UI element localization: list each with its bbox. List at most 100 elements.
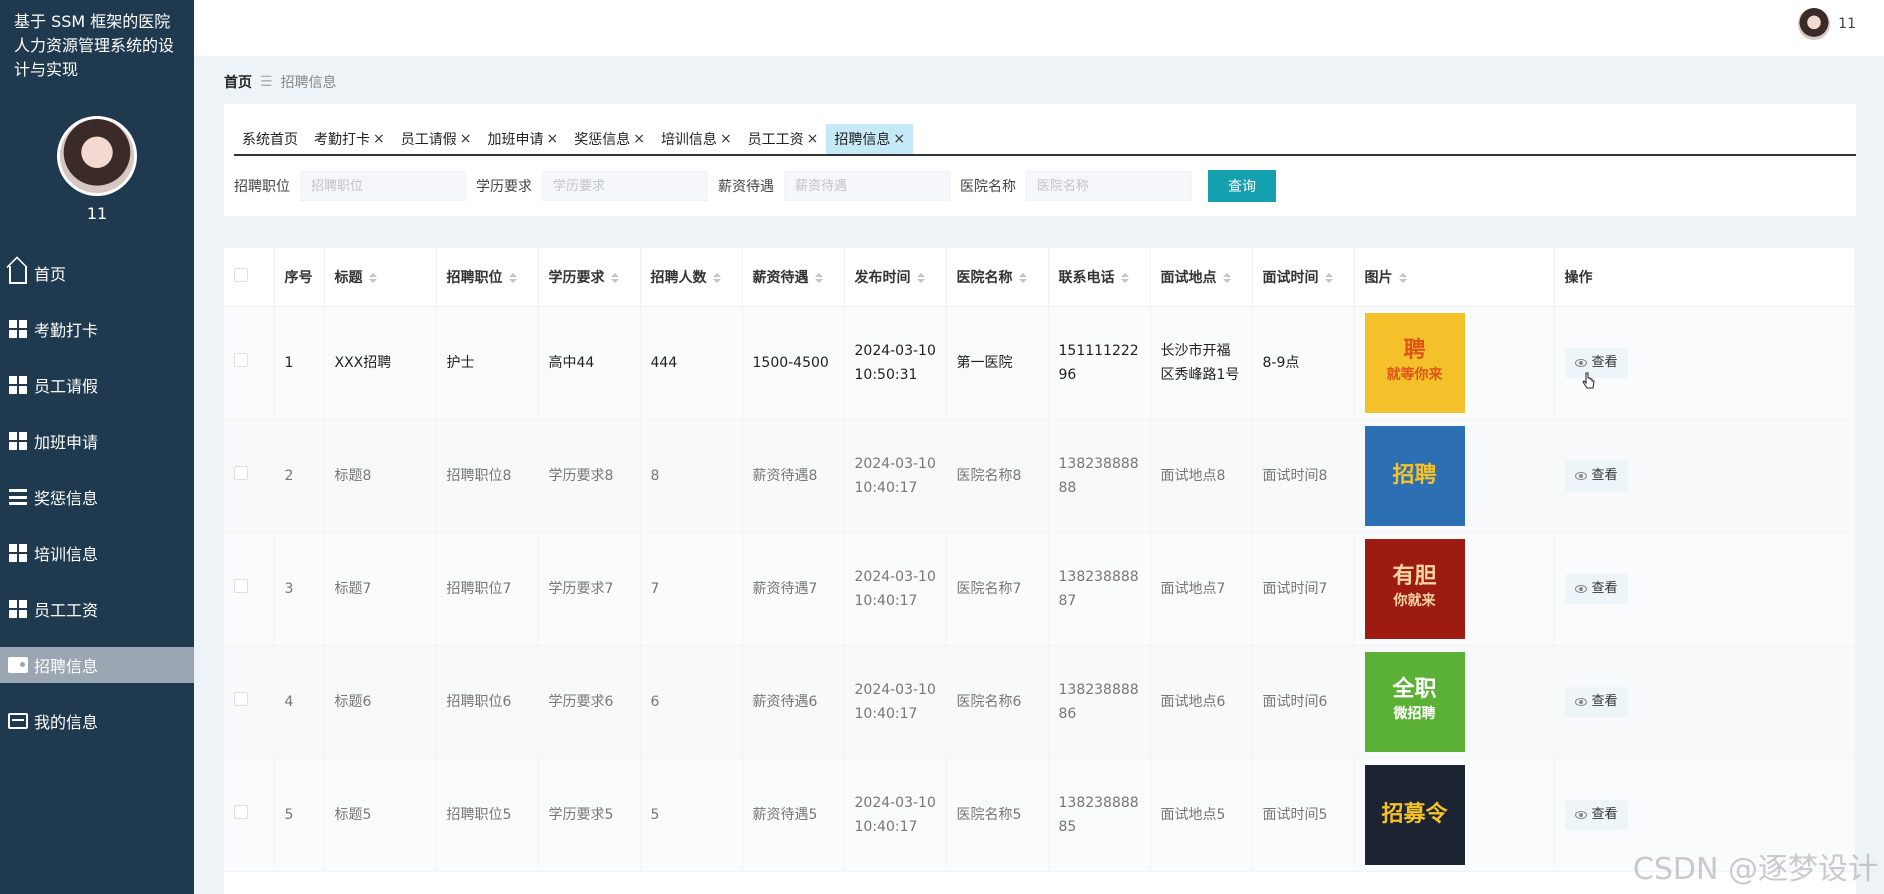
sort-icon[interactable] [1398, 272, 1407, 283]
search-input-1[interactable] [542, 171, 708, 201]
close-icon[interactable]: × [546, 131, 558, 147]
search-button[interactable]: 查询 [1208, 170, 1276, 202]
tab-6[interactable]: 员工工资 × [740, 124, 827, 154]
search-input-0[interactable] [300, 171, 466, 201]
row-checkbox[interactable] [234, 804, 248, 819]
row-title: 标题5 [324, 758, 437, 872]
row-select-cell[interactable] [224, 758, 275, 872]
column-header[interactable]: 招聘人数 [640, 248, 743, 307]
tab-7[interactable]: 招聘信息 × [826, 124, 914, 154]
row-place-line2: 区秀峰路1号 [1160, 366, 1240, 383]
row-count: 444 [640, 306, 743, 420]
recruitment-poster-image[interactable]: 全职 微招聘 [1364, 651, 1465, 752]
row-position: 招聘职位8 [436, 419, 539, 533]
row-phone-line1: 151111222 [1058, 342, 1139, 359]
sidebar-item-8[interactable]: 我的信息 [0, 693, 194, 749]
column-header[interactable]: 薪资待遇 [742, 248, 845, 307]
sidebar-item-6[interactable]: 员工工资 [0, 581, 194, 637]
view-button[interactable]: 查看 [1564, 686, 1628, 717]
row-phone: 138238888 87 [1048, 532, 1151, 646]
column-header[interactable]: 学历要求 [538, 248, 641, 307]
tab-1[interactable]: 考勤打卡 × [306, 124, 393, 154]
sidebar-item-0[interactable]: 首页 [0, 245, 194, 301]
close-icon[interactable]: × [893, 131, 905, 147]
sort-icon[interactable] [1120, 272, 1129, 283]
row-select-cell[interactable] [224, 532, 275, 646]
close-icon[interactable]: × [633, 131, 645, 147]
top-avatar[interactable] [1798, 8, 1831, 40]
row-checkbox[interactable] [234, 578, 248, 593]
sort-icon[interactable] [916, 272, 925, 283]
column-header[interactable]: 发布时间 [844, 248, 947, 307]
sort-icon[interactable] [508, 272, 517, 283]
row-date: 2024-03-10 10:50:31 [844, 306, 947, 420]
row-position: 招聘职位7 [436, 532, 539, 646]
row-education: 高中44 [538, 306, 641, 420]
breadcrumb-home[interactable]: 首页 [224, 72, 252, 92]
tab-5[interactable]: 培训信息 × [653, 124, 740, 154]
view-button[interactable]: 查看 [1564, 460, 1628, 491]
close-icon[interactable]: × [460, 131, 472, 147]
row-phone-line1: 138238888 [1058, 455, 1139, 472]
sort-icon[interactable] [368, 272, 377, 283]
view-button[interactable]: 查看 [1564, 347, 1628, 378]
sidebar-item-1[interactable]: 考勤打卡 [0, 301, 194, 357]
close-icon[interactable]: × [373, 131, 385, 147]
row-checkbox[interactable] [234, 691, 248, 706]
tab-bar: 系统首页 考勤打卡 × 员工请假 × 加班申请 × 奖惩信息 × 培训信息 × 员工工资 × 招聘信息 × [234, 124, 1856, 156]
column-header[interactable]: 联系电话 [1048, 248, 1151, 307]
sidebar-item-4[interactable]: 奖惩信息 [0, 469, 194, 525]
row-place-line1: 面试地点5 [1160, 806, 1226, 823]
row-select-cell[interactable] [224, 419, 275, 533]
close-icon[interactable]: × [720, 131, 732, 147]
row-interview-time: 面试时间5 [1252, 758, 1355, 872]
sidebar-item-2[interactable]: 员工请假 [0, 357, 194, 413]
sort-icon[interactable] [610, 272, 619, 283]
row-select-cell[interactable] [224, 645, 275, 759]
sort-icon[interactable] [1222, 272, 1231, 283]
search-input-2[interactable] [784, 171, 950, 201]
recruitment-poster-image[interactable]: 有胆 你就来 [1364, 538, 1465, 639]
sidebar-item-label: 培训信息 [34, 545, 99, 564]
sidebar-item-7[interactable]: 招聘信息 [0, 647, 194, 683]
row-checkbox[interactable] [234, 352, 248, 367]
column-header[interactable]: 面试时间 [1252, 248, 1355, 307]
column-header[interactable]: 标题 [324, 248, 437, 307]
sidebar-item-5[interactable]: 培训信息 [0, 525, 194, 581]
column-header[interactable]: 招聘职位 [436, 248, 539, 307]
sort-icon[interactable] [814, 272, 823, 283]
view-button-label: 查看 [1591, 580, 1618, 596]
sort-icon[interactable] [1324, 272, 1333, 283]
recruitment-poster-image[interactable]: 招募令 [1364, 764, 1465, 865]
column-header-label: 招聘人数 [650, 269, 707, 286]
select-all-cell[interactable] [224, 248, 275, 307]
column-header[interactable]: 面试地点 [1150, 248, 1253, 307]
recruitment-poster-image[interactable]: 招聘 [1364, 425, 1465, 526]
tab-3[interactable]: 加班申请 × [479, 124, 566, 154]
row-date-time: 10:40:17 [854, 479, 918, 496]
view-button[interactable]: 查看 [1564, 573, 1628, 604]
tab-4[interactable]: 奖惩信息 × [566, 124, 653, 154]
close-icon[interactable]: × [807, 131, 819, 147]
tab-0[interactable]: 系统首页 [234, 124, 306, 154]
sidebar-avatar[interactable] [57, 116, 137, 196]
row-select-cell[interactable] [224, 306, 275, 420]
row-checkbox[interactable] [234, 465, 248, 480]
tab-2[interactable]: 员工请假 × [393, 124, 480, 154]
column-header[interactable]: 医院名称 [946, 248, 1049, 307]
view-button[interactable]: 查看 [1564, 799, 1628, 830]
select-all-checkbox[interactable] [234, 267, 248, 282]
top-user-menu[interactable]: 11 [1798, 8, 1856, 40]
row-image-cell: 全职 微招聘 [1354, 645, 1555, 759]
row-place-line1: 面试地点8 [1160, 467, 1226, 484]
top-username[interactable]: 11 [1838, 16, 1856, 32]
recruitment-poster-image[interactable]: 聘就等你来 [1364, 312, 1465, 413]
column-header[interactable]: 图片 [1354, 248, 1555, 307]
row-phone: 138238888 88 [1048, 419, 1151, 533]
sort-icon[interactable] [1018, 272, 1027, 283]
sidebar-item-3[interactable]: 加班申请 [0, 413, 194, 469]
poster-subtext: 就等你来 [1386, 366, 1443, 383]
search-input-3[interactable] [1026, 171, 1192, 201]
row-place: 长沙市开福 区秀峰路1号 [1150, 306, 1253, 420]
sort-icon[interactable] [712, 272, 721, 283]
